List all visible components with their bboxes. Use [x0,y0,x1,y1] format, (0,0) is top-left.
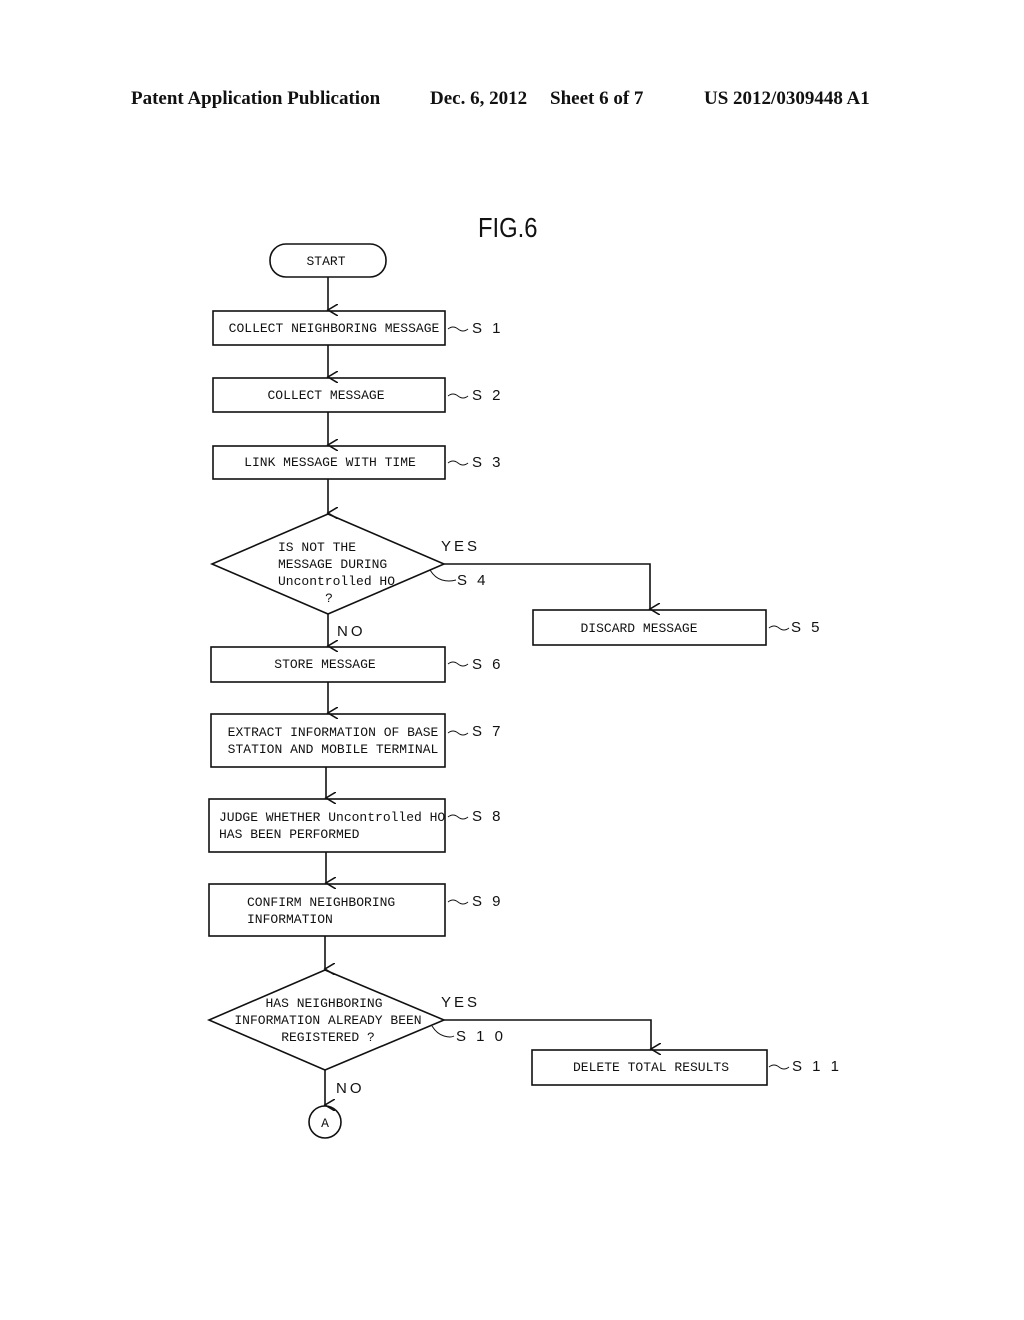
decision-s10-text-line2: INFORMATION ALREADY BEEN [234,1013,421,1028]
decision-s10-text-line3: REGISTERED ? [281,1030,375,1045]
step-label-s11: S 1 1 [792,1058,842,1075]
leader-s10 [431,1025,455,1038]
start-label: START [306,254,345,269]
step-label-s7: S 7 [472,723,504,740]
step-label-s5: S 5 [791,619,823,636]
flowchart: START COLLECT NEIGHBORING MESSAGE COLLEC… [206,243,842,1139]
leader-s1 [447,326,469,332]
step-s3-text: LINK MESSAGE WITH TIME [244,455,416,470]
s4-no-label: NO [337,623,366,640]
leader-s5 [768,625,790,631]
leader-s6 [447,661,469,667]
step-s7-text-line1: EXTRACT INFORMATION OF BASE [228,725,439,740]
decision-s4-text-line1: IS NOT THE [278,540,356,555]
decision-s4-text-line3: Uncontrolled HO [278,574,395,589]
step-label-s4: S 4 [457,572,489,589]
step-label-s10: S 1 0 [456,1028,506,1045]
s10-yes-label: YES [441,994,480,1011]
s4-yes-label: YES [441,538,480,555]
step-label-s2: S 2 [472,387,504,404]
step-s9-text-line1: CONFIRM NEIGHBORING [247,895,395,910]
step-label-s8: S 8 [472,808,504,825]
leader-s8 [447,814,469,820]
step-s8-box [208,798,446,853]
step-s8-text-line2: HAS BEEN PERFORMED [219,827,360,842]
step-s7-box [210,713,446,768]
leader-s7 [447,730,469,736]
connector-a-label: A [321,1116,329,1131]
leader-s3 [447,460,469,466]
step-s9-text-line2: INFORMATION [247,912,333,927]
step-label-s6: S 6 [472,656,504,673]
step-s8-text-line1: JUDGE WHETHER Uncontrolled HO [219,810,445,825]
step-s6-text: STORE MESSAGE [274,657,376,672]
leader-s2 [447,393,469,399]
decision-s4-text-line4: ? [325,591,333,606]
step-s1-text: COLLECT NEIGHBORING MESSAGE [229,321,440,336]
s10-no-label: NO [336,1080,365,1097]
decision-s10-text-line1: HAS NEIGHBORING [265,996,382,1011]
step-s5-text: DISCARD MESSAGE [580,621,697,636]
decision-s4-text-line2: MESSAGE DURING [278,557,387,572]
leader-s9 [447,899,469,905]
step-s2-text: COLLECT MESSAGE [267,388,384,403]
step-label-s9: S 9 [472,893,504,910]
leader-s4 [429,569,457,582]
step-s7-text-line2: STATION AND MOBILE TERMINAL [228,742,439,757]
step-s11-text: DELETE TOTAL RESULTS [573,1060,729,1075]
step-label-s1: S 1 [472,320,504,337]
step-label-s3: S 3 [472,454,504,471]
leader-s11 [768,1064,790,1070]
step-s9-box [208,883,446,937]
